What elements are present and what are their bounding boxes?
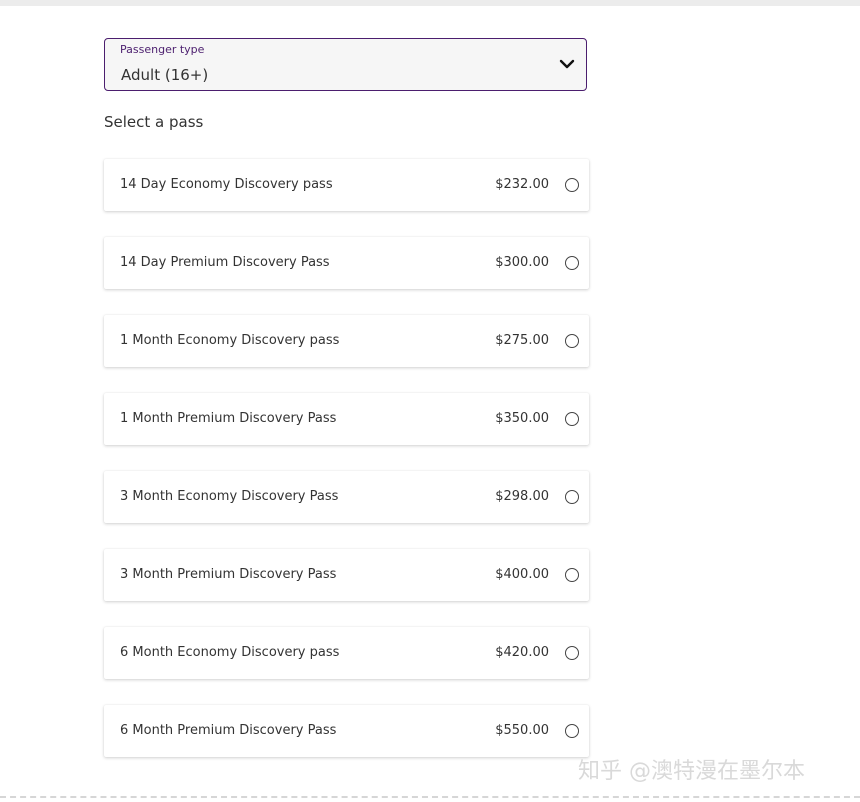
radio-unchecked-icon[interactable] (565, 490, 579, 504)
radio-unchecked-icon[interactable] (565, 412, 579, 426)
pass-name: 14 Day Premium Discovery Pass (120, 255, 330, 270)
radio-unchecked-icon[interactable] (565, 178, 579, 192)
passenger-type-label: Passenger type (120, 43, 205, 56)
pass-name: 6 Month Economy Discovery pass (120, 645, 340, 660)
pass-price: $350.00 (495, 411, 549, 426)
radio-unchecked-icon[interactable] (565, 568, 579, 582)
pass-name: 14 Day Economy Discovery pass (120, 177, 333, 192)
pass-option[interactable]: 14 Day Economy Discovery pass $232.00 (104, 159, 589, 211)
pass-option[interactable]: 6 Month Economy Discovery pass $420.00 (104, 627, 589, 679)
chevron-down-icon[interactable] (559, 58, 575, 70)
bottom-dashed-divider (0, 796, 860, 798)
watermark: 知乎 @澳特漫在墨尔本 (578, 759, 805, 784)
pass-list: 14 Day Economy Discovery pass $232.00 14… (104, 159, 589, 783)
radio-unchecked-icon[interactable] (565, 256, 579, 270)
pass-price: $420.00 (495, 645, 549, 660)
radio-unchecked-icon[interactable] (565, 334, 579, 348)
pass-price: $275.00 (495, 333, 549, 348)
pass-price: $550.00 (495, 723, 549, 738)
pass-price: $300.00 (495, 255, 549, 270)
radio-unchecked-icon[interactable] (565, 724, 579, 738)
passenger-type-select[interactable]: Passenger type Adult (16+) (104, 38, 587, 91)
pass-option[interactable]: 6 Month Premium Discovery Pass $550.00 (104, 705, 589, 757)
pass-price: $298.00 (495, 489, 549, 504)
pass-price: $400.00 (495, 567, 549, 582)
select-pass-heading: Select a pass (104, 113, 204, 131)
pass-price: $232.00 (495, 177, 549, 192)
pass-option[interactable]: 1 Month Premium Discovery Pass $350.00 (104, 393, 589, 445)
pass-name: 1 Month Premium Discovery Pass (120, 411, 337, 426)
pass-name: 1 Month Economy Discovery pass (120, 333, 340, 348)
pass-option[interactable]: 3 Month Premium Discovery Pass $400.00 (104, 549, 589, 601)
pass-option[interactable]: 3 Month Economy Discovery Pass $298.00 (104, 471, 589, 523)
pass-option[interactable]: 14 Day Premium Discovery Pass $300.00 (104, 237, 589, 289)
passenger-type-value: Adult (16+) (121, 66, 209, 84)
top-strip (0, 0, 860, 6)
pass-name: 3 Month Premium Discovery Pass (120, 567, 337, 582)
pass-name: 3 Month Economy Discovery Pass (120, 489, 339, 504)
pass-name: 6 Month Premium Discovery Pass (120, 723, 337, 738)
radio-unchecked-icon[interactable] (565, 646, 579, 660)
pass-option[interactable]: 1 Month Economy Discovery pass $275.00 (104, 315, 589, 367)
